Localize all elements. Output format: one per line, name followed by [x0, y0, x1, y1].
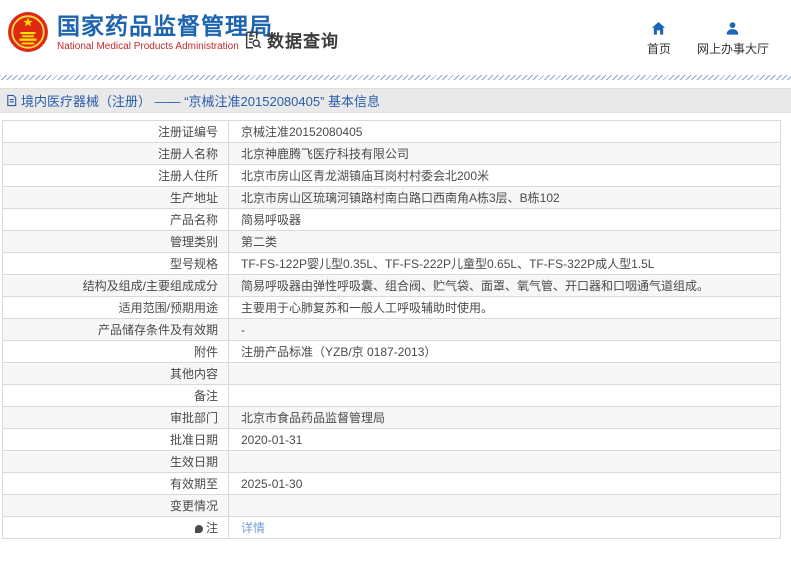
row-label: 注: [2, 516, 229, 539]
nav-item-home[interactable]: 首页: [647, 21, 671, 57]
table-row: 生产地址 北京市房山区琉璃河镇路村南白路口西南角A栋3层、B栋102: [2, 186, 781, 209]
top-nav: 首页 网上办事大厅: [647, 21, 769, 57]
table-row: 附件 注册产品标准（YZB/京 0187-2013）: [2, 340, 781, 363]
row-label: 注册人名称: [2, 142, 229, 165]
note-icon: [194, 525, 203, 533]
row-value: 简易呼吸器: [228, 208, 781, 231]
row-label: 变更情况: [2, 494, 229, 517]
site-header: 国家药品监督管理局 National Medical Products Admi…: [0, 0, 791, 75]
row-label: 注册证编号: [2, 120, 229, 143]
agency-brand: 国家药品监督管理局 National Medical Products Admi…: [7, 11, 273, 53]
row-value: TF-FS-122P婴儿型0.35L、TF-FS-222P儿童型0.65L、TF…: [228, 252, 781, 275]
row-label: 型号规格: [2, 252, 229, 275]
table-row: 审批部门 北京市食品药品监督管理局: [2, 406, 781, 429]
row-value: [228, 384, 781, 407]
document-search-icon: [243, 30, 263, 50]
row-label: 审批部门: [2, 406, 229, 429]
detail-link[interactable]: 详情: [241, 521, 265, 535]
agency-subtitle: National Medical Products Administration: [57, 40, 239, 52]
registration-info-table: 注册证编号 京械注准20152080405 注册人名称 北京神鹿腾飞医疗科技有限公司注…: [2, 120, 781, 539]
row-value: [228, 362, 781, 385]
row-value: 北京市房山区琉璃河镇路村南白路口西南角A栋3层、B栋102: [228, 186, 781, 209]
row-label: 其他内容: [2, 362, 229, 385]
table-row: 型号规格 TF-FS-122P婴儿型0.35L、TF-FS-222P儿童型0.65…: [2, 252, 781, 275]
row-value: 北京市食品药品监督管理局: [228, 406, 781, 429]
table-row: 其他内容: [2, 362, 781, 385]
row-value: 详情: [228, 516, 781, 539]
row-label: 适用范围/预期用途: [2, 296, 229, 319]
home-icon: [651, 21, 666, 36]
row-value: 2025-01-30: [228, 472, 781, 495]
table-row: 注册人名称 北京神鹿腾飞医疗科技有限公司: [2, 142, 781, 165]
row-value: [228, 450, 781, 473]
agency-title-block: 国家药品监督管理局 National Medical Products Admi…: [57, 13, 273, 52]
row-label: 结构及组成/主要组成成分: [2, 274, 229, 297]
row-label: 注册人住所: [2, 164, 229, 187]
striped-divider: [0, 75, 791, 80]
table-row: 变更情况: [2, 494, 781, 517]
breadcrumb-text: 境内医疗器械（注册） —— “京械注准20152080405” 基本信息: [21, 94, 381, 109]
table-row: 适用范围/预期用途 主要用于心肺复苏和一般人工呼吸辅助时使用。: [2, 296, 781, 319]
row-value: [228, 494, 781, 517]
breadcrumb: 境内医疗器械（注册） —— “京械注准20152080405” 基本信息: [0, 88, 791, 113]
row-label: 管理类别: [2, 230, 229, 253]
document-icon: [5, 94, 18, 107]
row-value: 京械注准20152080405: [228, 120, 781, 143]
row-value: 简易呼吸器由弹性呼吸囊、组合阀、贮气袋、面罩、氧气管、开口器和口咽通气道组成。: [228, 274, 781, 297]
row-label: 产品名称: [2, 208, 229, 231]
nav-home-label: 首页: [646, 42, 671, 56]
table-row: 结构及组成/主要组成成分 简易呼吸器由弹性呼吸囊、组合阀、贮气袋、面罩、氧气管、开…: [2, 274, 781, 297]
info-table-body: 注册证编号 京械注准20152080405 注册人名称 北京神鹿腾飞医疗科技有限公司注…: [2, 120, 781, 539]
table-row: 有效期至 2025-01-30: [2, 472, 781, 495]
row-label: 附件: [2, 340, 229, 363]
nav-item-service-hall[interactable]: 网上办事大厅: [697, 21, 769, 57]
table-row: 生效日期: [2, 450, 781, 473]
table-row: 批准日期 2020-01-31: [2, 428, 781, 451]
table-row: 产品名称 简易呼吸器: [2, 208, 781, 231]
row-value: 主要用于心肺复苏和一般人工呼吸辅助时使用。: [228, 296, 781, 319]
person-icon: [725, 21, 740, 36]
table-row: 注册人住所 北京市房山区青龙湖镇庙耳岗村村委会北200米: [2, 164, 781, 187]
row-value: -: [228, 318, 781, 341]
row-value: 第二类: [228, 230, 781, 253]
row-label: 生效日期: [2, 450, 229, 473]
table-row: 管理类别 第二类: [2, 230, 781, 253]
data-query-label: 数据查询: [267, 32, 339, 51]
agency-title: 国家药品监督管理局: [57, 12, 273, 39]
data-query-entry[interactable]: 数据查询: [243, 27, 339, 52]
row-label: 备注: [2, 384, 229, 407]
row-value: 北京神鹿腾飞医疗科技有限公司: [228, 142, 781, 165]
national-emblem-logo: [7, 11, 49, 53]
table-row: 注册证编号 京械注准20152080405: [2, 120, 781, 143]
row-label: 批准日期: [2, 428, 229, 451]
row-value: 北京市房山区青龙湖镇庙耳岗村村委会北200米: [228, 164, 781, 187]
table-row: 注详情: [2, 516, 781, 539]
table-row: 备注: [2, 384, 781, 407]
table-row: 产品储存条件及有效期 -: [2, 318, 781, 341]
row-label: 有效期至: [2, 472, 229, 495]
row-label: 生产地址: [2, 186, 229, 209]
row-label: 产品储存条件及有效期: [2, 318, 229, 341]
row-value: 注册产品标准（YZB/京 0187-2013）: [228, 340, 781, 363]
row-value: 2020-01-31: [228, 428, 781, 451]
nav-service-hall-label: 网上办事大厅: [696, 42, 769, 56]
